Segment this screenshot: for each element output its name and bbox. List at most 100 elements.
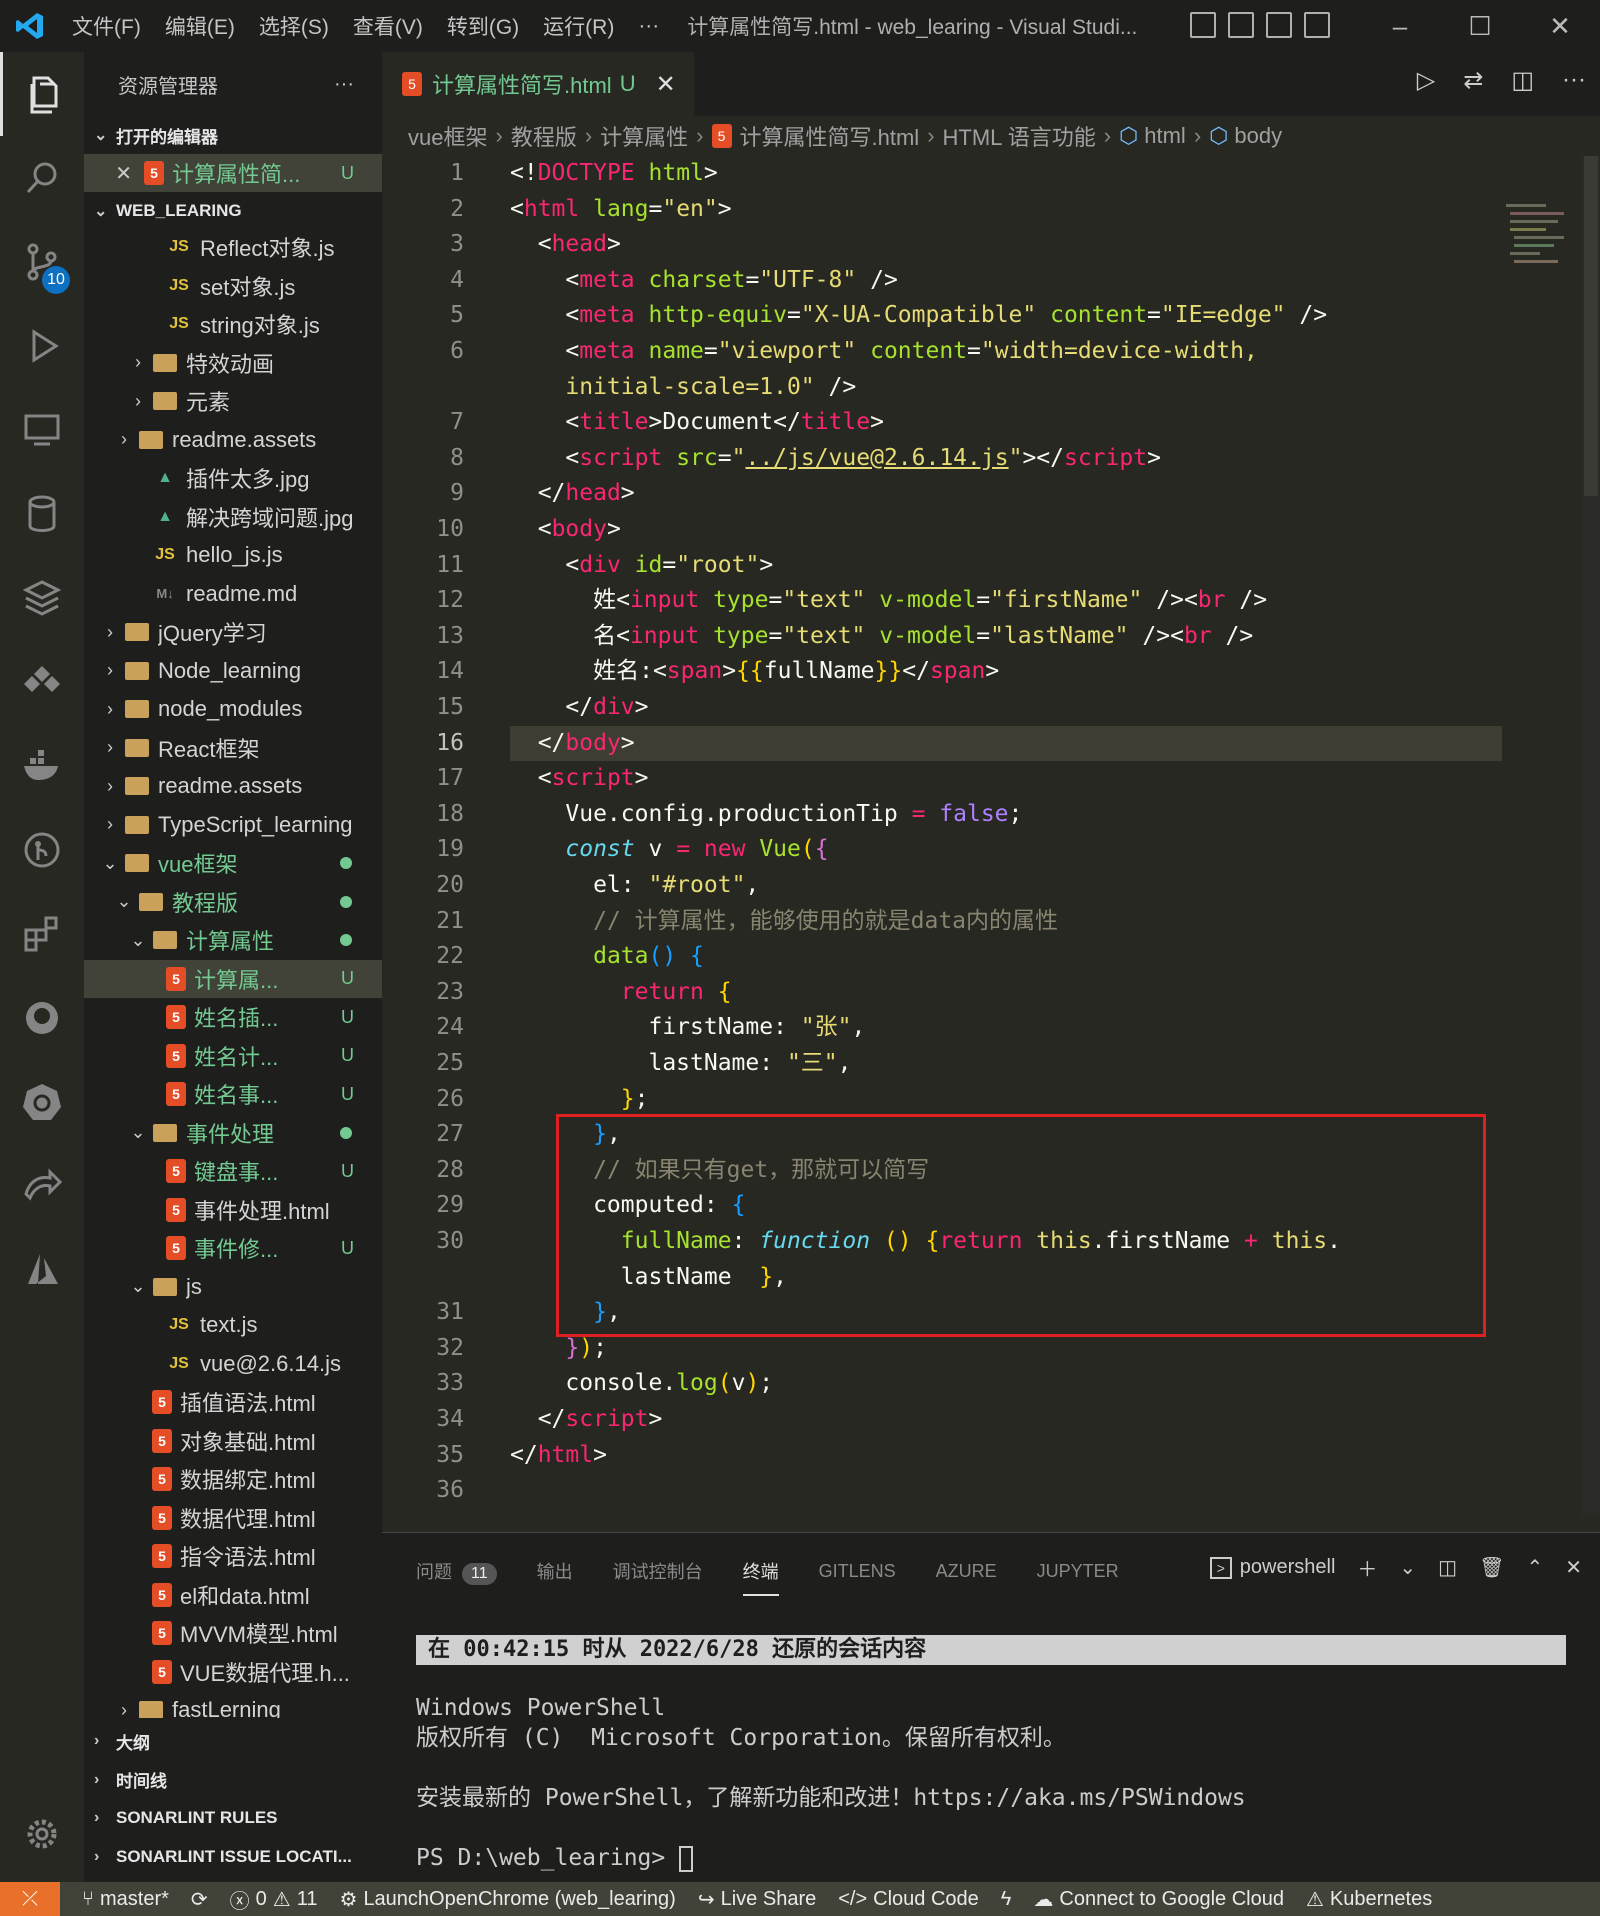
breadcrumb-item[interactable]: html (1144, 123, 1186, 149)
tree-item[interactable]: 5 el和data.html (84, 1576, 382, 1614)
breadcrumb-item[interactable]: 计算属性 (600, 120, 688, 152)
gitlens-icon[interactable] (0, 808, 84, 892)
tree-item[interactable]: 5 插值语法.html (84, 1383, 382, 1421)
tree-item[interactable]: › fastLerning (84, 1691, 382, 1718)
docker-icon[interactable] (0, 724, 84, 808)
kubernetes-item[interactable]: ⚠ Kubernetes (1306, 1887, 1432, 1912)
chevron-down-icon[interactable]: ⌄ (1399, 1555, 1416, 1580)
github-icon[interactable] (0, 976, 84, 1060)
google-cloud-item[interactable]: ☁ Connect to Google Cloud (1033, 1887, 1284, 1912)
toggle-sidebar-icon[interactable] (1190, 12, 1216, 38)
tree-item[interactable]: JS set对象.js (84, 267, 382, 305)
editor-tab[interactable]: 5 计算属性简写.html U ✕ (382, 52, 694, 116)
tree-item[interactable]: › 元素 (84, 382, 382, 420)
menu-item[interactable]: 编辑(E) (153, 11, 247, 41)
source-control-icon[interactable]: 10 (0, 220, 84, 304)
tree-item[interactable]: › readme.assets (84, 421, 382, 459)
workspace-section[interactable]: ⌄ WEB_LEARING (84, 192, 382, 230)
tree-item[interactable]: › node_modules (84, 690, 382, 728)
minimize-button[interactable]: – (1360, 0, 1440, 52)
sync-icon[interactable]: ⟳ (191, 1887, 208, 1912)
minimap[interactable] (1502, 204, 1572, 304)
editor-scrollbar[interactable] (1582, 156, 1600, 1516)
layers-icon[interactable] (0, 556, 84, 640)
run-icon[interactable]: ▷ (1417, 66, 1435, 95)
tree-item[interactable]: 5 指令语法.html (84, 1537, 382, 1575)
panel-tab[interactable]: GITLENS (819, 1561, 896, 1582)
breadcrumb-item[interactable]: 教程版 (511, 120, 577, 152)
split-terminal-icon[interactable]: ◫ (1438, 1555, 1457, 1580)
split-editor-icon[interactable]: ◫ (1511, 66, 1534, 95)
tree-item[interactable]: M↓ readme.md (84, 575, 382, 613)
open-editors-section[interactable]: ⌄ 打开的编辑器 (84, 116, 382, 154)
tree-item[interactable]: 5 对象基础.html (84, 1422, 382, 1460)
breadcrumb-item[interactable]: HTML 语言功能 (943, 120, 1096, 152)
remote-indicator-icon[interactable]: ⤫ (0, 1882, 60, 1916)
close-window-button[interactable]: ✕ (1520, 0, 1600, 52)
tree-item[interactable]: ▲ 解决跨域问题.jpg (84, 498, 382, 536)
remote-explorer-icon[interactable] (0, 388, 84, 472)
sidebar-section[interactable]: › SONARLINT RULES (84, 1799, 382, 1838)
tree-item[interactable]: ⌄ 计算属性 (84, 921, 382, 959)
tree-item[interactable]: 5 事件修... U (84, 1229, 382, 1267)
azure-icon[interactable] (0, 1228, 84, 1312)
maximize-button[interactable]: ☐ (1440, 0, 1520, 52)
tree-item[interactable]: JS hello_js.js (84, 536, 382, 574)
compare-changes-icon[interactable]: ⇄ (1463, 66, 1483, 95)
menu-item[interactable]: 运行(R) (531, 11, 626, 41)
problems-item[interactable]: ⓧ 0 ⚠ 11 (230, 1885, 318, 1914)
tree-item[interactable]: 5 事件处理.html (84, 1191, 382, 1229)
sidebar-section[interactable]: › 大纲 (84, 1722, 382, 1761)
live-share-item[interactable]: ↪ Live Share (698, 1887, 816, 1912)
tree-item[interactable]: ⌄ 教程版 (84, 883, 382, 921)
tree-item[interactable]: 5 姓名插... U (84, 998, 382, 1036)
tree-item[interactable]: › TypeScript_learning (84, 806, 382, 844)
tree-item[interactable]: › React框架 (84, 729, 382, 767)
tree-item[interactable]: 5 VUE数据代理.h... (84, 1653, 382, 1691)
sidebar-section[interactable]: › SONARLINT ISSUE LOCATI... (84, 1838, 382, 1877)
terminal-selector[interactable]: > powershell (1209, 1556, 1335, 1579)
terminal-output[interactable]: Windows PowerShell 版权所有 (C) Microsoft Cor… (416, 1693, 1566, 1873)
explorer-more-button[interactable]: ··· (334, 73, 354, 96)
kill-terminal-icon[interactable]: 🗑 (1479, 1555, 1504, 1580)
more-actions-icon[interactable]: ··· (1562, 66, 1586, 95)
tree-item[interactable]: › Node_learning (84, 652, 382, 690)
menu-item[interactable]: 查看(V) (341, 11, 435, 41)
lightning-icon[interactable]: ϟ (1001, 1888, 1012, 1911)
extensions-pack-icon[interactable] (0, 640, 84, 724)
breadcrumb-item[interactable]: vue框架 (408, 120, 487, 152)
close-editor-icon[interactable]: ✕ (84, 161, 132, 186)
tree-item[interactable]: 5 姓名计... U (84, 1037, 382, 1075)
tree-item[interactable]: JS vue@2.6.14.js (84, 1345, 382, 1383)
tree-item[interactable]: › jQuery学习 (84, 613, 382, 651)
tree-item[interactable]: JS text.js (84, 1306, 382, 1344)
tree-item[interactable]: › 特效动画 (84, 344, 382, 382)
maximize-panel-icon[interactable]: ⌃ (1526, 1555, 1543, 1580)
tree-item[interactable]: 5 数据代理.html (84, 1499, 382, 1537)
open-editor-item[interactable]: ✕ 5 计算属性简... U (84, 154, 382, 192)
tree-item[interactable]: JS Reflect对象.js (84, 228, 382, 266)
menu-item[interactable]: 转到(G) (435, 11, 531, 41)
tree-item[interactable]: 5 MVVM模型.html (84, 1614, 382, 1652)
panel-tab[interactable]: 终端 (742, 1558, 779, 1596)
kubernetes-icon[interactable] (0, 1060, 84, 1144)
run-debug-icon[interactable] (0, 304, 84, 388)
panel-tab[interactable]: 输出 (537, 1558, 573, 1584)
menu-item[interactable]: 文件(F) (60, 11, 153, 41)
toggle-secondary-sidebar-icon[interactable] (1266, 12, 1292, 38)
menu-item[interactable]: ··· (626, 14, 671, 38)
panel-tab[interactable]: 问题 11 (416, 1558, 497, 1585)
tree-item[interactable]: › readme.assets (84, 767, 382, 805)
close-tab-icon[interactable]: ✕ (656, 70, 676, 99)
search-icon[interactable] (0, 136, 84, 220)
tree-item[interactable]: ▲ 插件太多.jpg (84, 459, 382, 497)
panel-tab[interactable]: 调试控制台 (613, 1558, 703, 1584)
explorer-icon[interactable] (0, 52, 84, 136)
close-panel-icon[interactable]: ✕ (1565, 1555, 1582, 1580)
tree-item[interactable]: ⌄ js (84, 1268, 382, 1306)
panel-tab[interactable]: JUPYTER (1037, 1561, 1119, 1582)
database-icon[interactable] (0, 472, 84, 556)
tree-item[interactable]: ⌄ 事件处理 (84, 1114, 382, 1152)
settings-gear-icon[interactable] (0, 1792, 84, 1876)
scrollbar-thumb[interactable] (1584, 156, 1598, 496)
